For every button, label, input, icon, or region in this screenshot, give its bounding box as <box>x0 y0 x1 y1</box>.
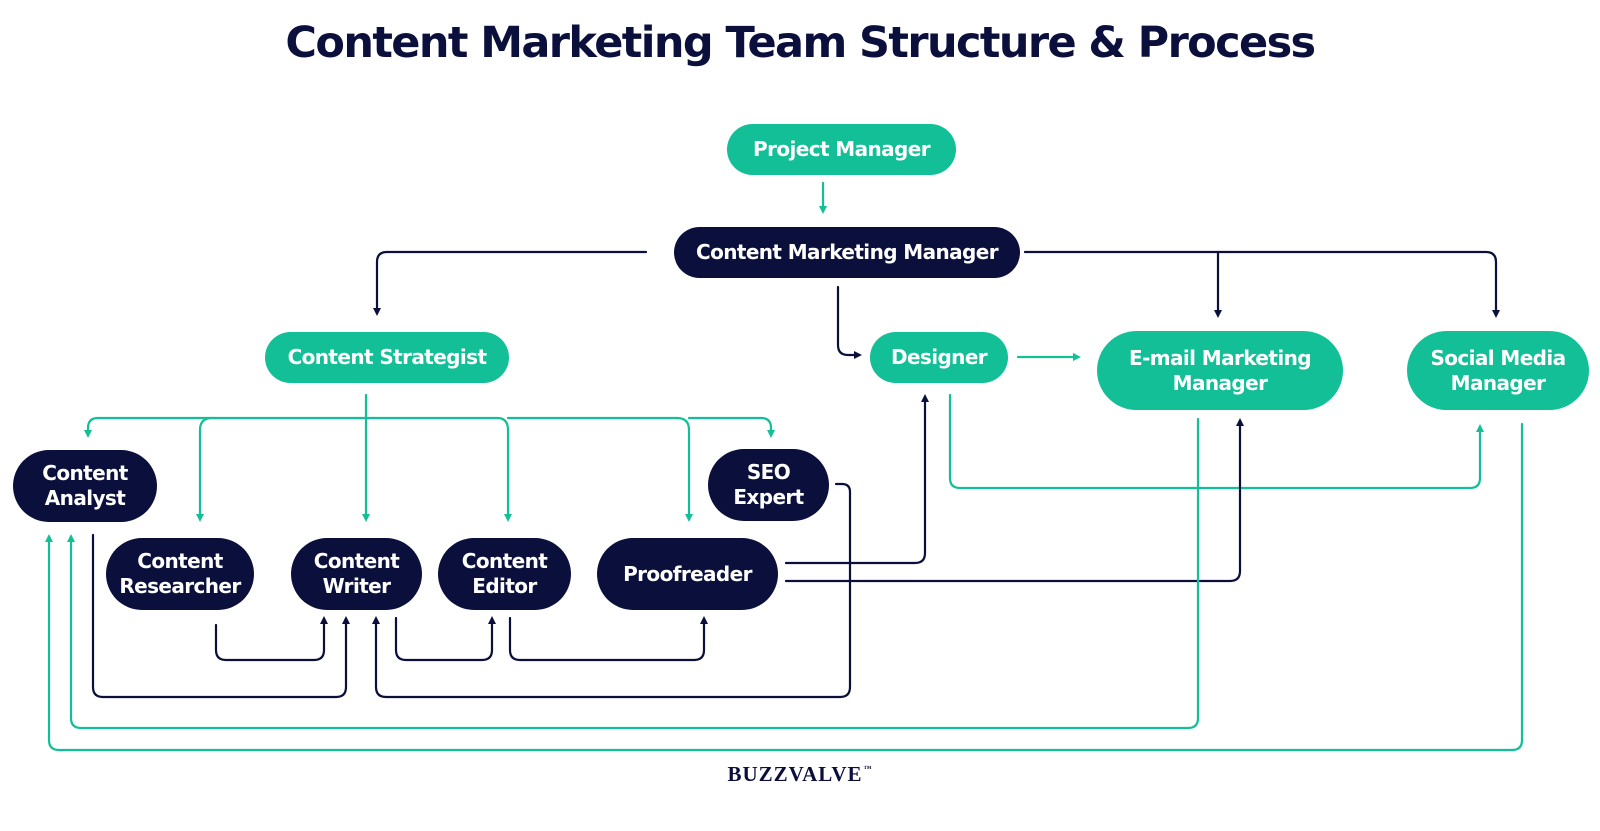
node-content-editor[interactable]: Content Editor <box>438 538 571 610</box>
edge-content-editor-to-proofreader <box>508 616 708 662</box>
node-project-manager[interactable]: Project Manager <box>727 124 956 175</box>
edge-content-strategist-to-seo-expert <box>687 416 775 438</box>
node-content-researcher[interactable]: Content Researcher <box>106 538 254 610</box>
node-content-writer[interactable]: Content Writer <box>291 538 422 610</box>
edge-cmm-to-designer <box>836 285 862 359</box>
edge-cmm-to-email-marketing-manager <box>1023 250 1222 318</box>
edge-content-strategist-to-proofreader <box>506 416 693 522</box>
edge-content-strategist-to-content-editor <box>364 416 512 522</box>
brand-name: BUZZVALVE <box>727 762 863 786</box>
node-proofreader[interactable]: Proofreader <box>597 538 778 610</box>
edge-cmm-to-content-strategist <box>373 250 648 316</box>
node-social-media-manager[interactable]: Social Media Manager <box>1407 331 1589 410</box>
brand-logo: BUZZVALVE™ <box>0 762 1600 787</box>
node-content-marketing-manager[interactable]: Content Marketing Manager <box>674 227 1020 278</box>
node-email-marketing-manager[interactable]: E-mail Marketing Manager <box>1097 331 1343 410</box>
edge-content-strategist-to-content-researcher <box>196 416 214 522</box>
edge-content-researcher-to-content-writer <box>214 616 328 662</box>
node-content-analyst[interactable]: Content Analyst <box>13 450 157 522</box>
edge-content-writer-to-content-editor <box>394 616 496 662</box>
edge-proofreader-to-email-marketing-manager <box>784 418 1244 583</box>
node-seo-expert[interactable]: SEO Expert <box>708 449 829 521</box>
node-designer[interactable]: Designer <box>870 332 1008 383</box>
node-content-strategist[interactable]: Content Strategist <box>265 332 509 383</box>
trademark-symbol: ™ <box>863 764 873 773</box>
edge-cmm-to-social-media-manager <box>1216 250 1500 318</box>
edge-content-strategist-to-content-analyst <box>84 416 368 438</box>
